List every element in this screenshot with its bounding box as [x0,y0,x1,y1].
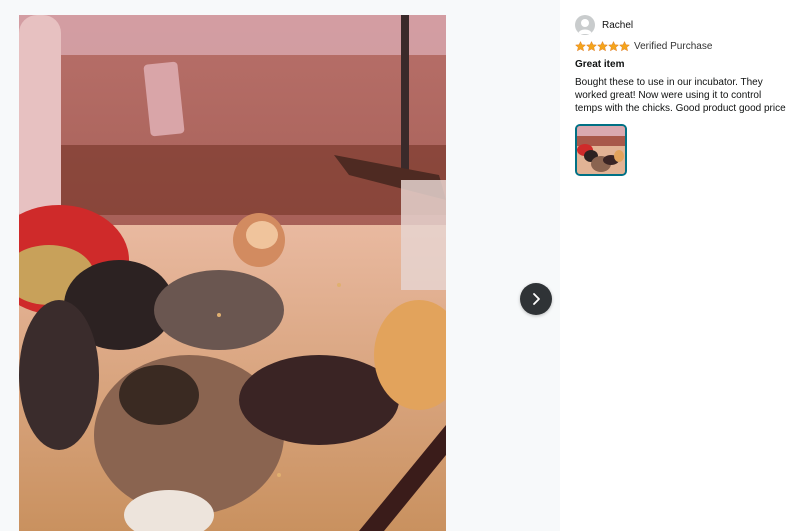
star-icon [586,41,597,52]
verified-purchase-badge: Verified Purchase [634,41,713,52]
user-avatar-icon [575,15,595,35]
review-photo [19,15,446,531]
review-image-thumbnail[interactable] [575,124,627,176]
star-icon [597,41,608,52]
star-rating[interactable] [575,41,630,52]
next-image-button[interactable] [520,283,552,315]
image-viewer [0,0,560,531]
rating-row: Verified Purchase [575,41,790,52]
reviewer: Rachel [575,15,790,35]
chevron-right-icon [533,293,540,305]
reviewer-name[interactable]: Rachel [602,20,633,31]
star-icon [608,41,619,52]
star-icon [575,41,586,52]
review-panel: Rachel Verified Purchase Great item Boug… [575,15,790,176]
review-body: Bought these to use in our incubator. Th… [575,77,786,114]
star-icon [619,41,630,52]
review-title: Great item [575,59,625,70]
